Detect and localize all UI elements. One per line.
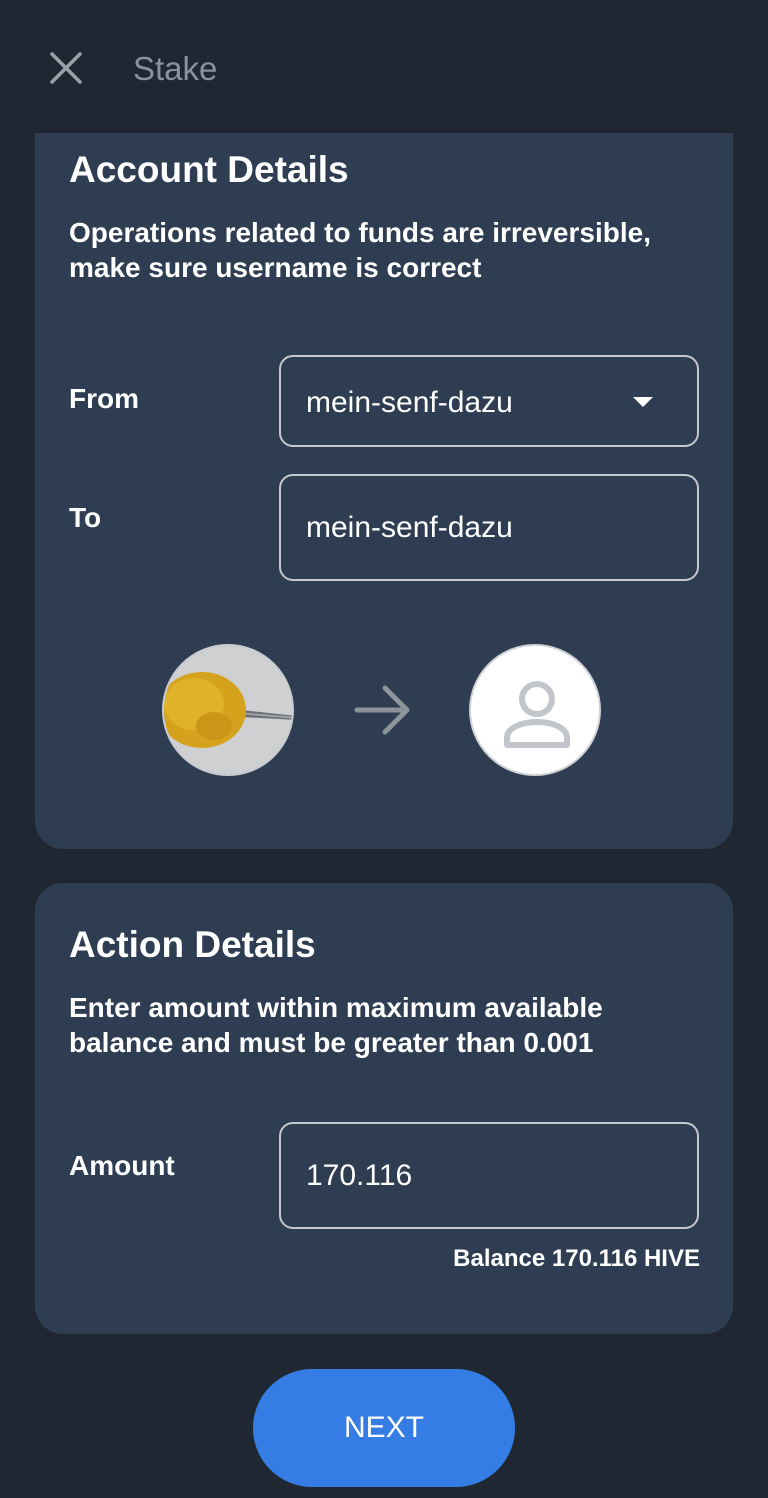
- account-details-description: Operations related to funds are irrevers…: [69, 217, 651, 283]
- account-details-card: Account Details Operations related to fu…: [35, 133, 733, 849]
- action-details-title: Action Details: [69, 924, 316, 965]
- user-placeholder-icon: [504, 681, 570, 748]
- transfer-arrow: [353, 684, 413, 736]
- from-label: From: [69, 383, 139, 414]
- close-icon: [50, 52, 82, 84]
- chevron-down-icon: [633, 397, 653, 407]
- amount-value: 170.116: [306, 1159, 413, 1192]
- next-button[interactable]: NEXT: [253, 1369, 515, 1487]
- recipient-avatar: [469, 644, 601, 776]
- to-account-value: mein-senf-dazu: [306, 511, 513, 544]
- from-account-value: mein-senf-dazu: [306, 386, 513, 419]
- to-account-input[interactable]: mein-senf-dazu: [279, 474, 699, 581]
- amount-input[interactable]: 170.116: [279, 1122, 699, 1229]
- action-details-description: Enter amount within maximum available ba…: [69, 992, 603, 1058]
- sender-avatar-image: [164, 646, 292, 774]
- top-app-bar: Stake: [0, 0, 768, 133]
- sender-avatar: [162, 644, 294, 776]
- from-account-dropdown[interactable]: mein-senf-dazu: [279, 355, 699, 447]
- amount-label: Amount: [69, 1150, 175, 1181]
- balance-text: Balance 170.116 HIVE: [453, 1245, 700, 1272]
- account-details-title: Account Details: [69, 149, 349, 190]
- page-title: Stake: [133, 50, 218, 87]
- action-details-card: Action Details Enter amount within maxim…: [35, 883, 733, 1334]
- to-label: To: [69, 502, 102, 533]
- close-button[interactable]: [44, 46, 88, 90]
- arrow-right-icon: [354, 685, 410, 735]
